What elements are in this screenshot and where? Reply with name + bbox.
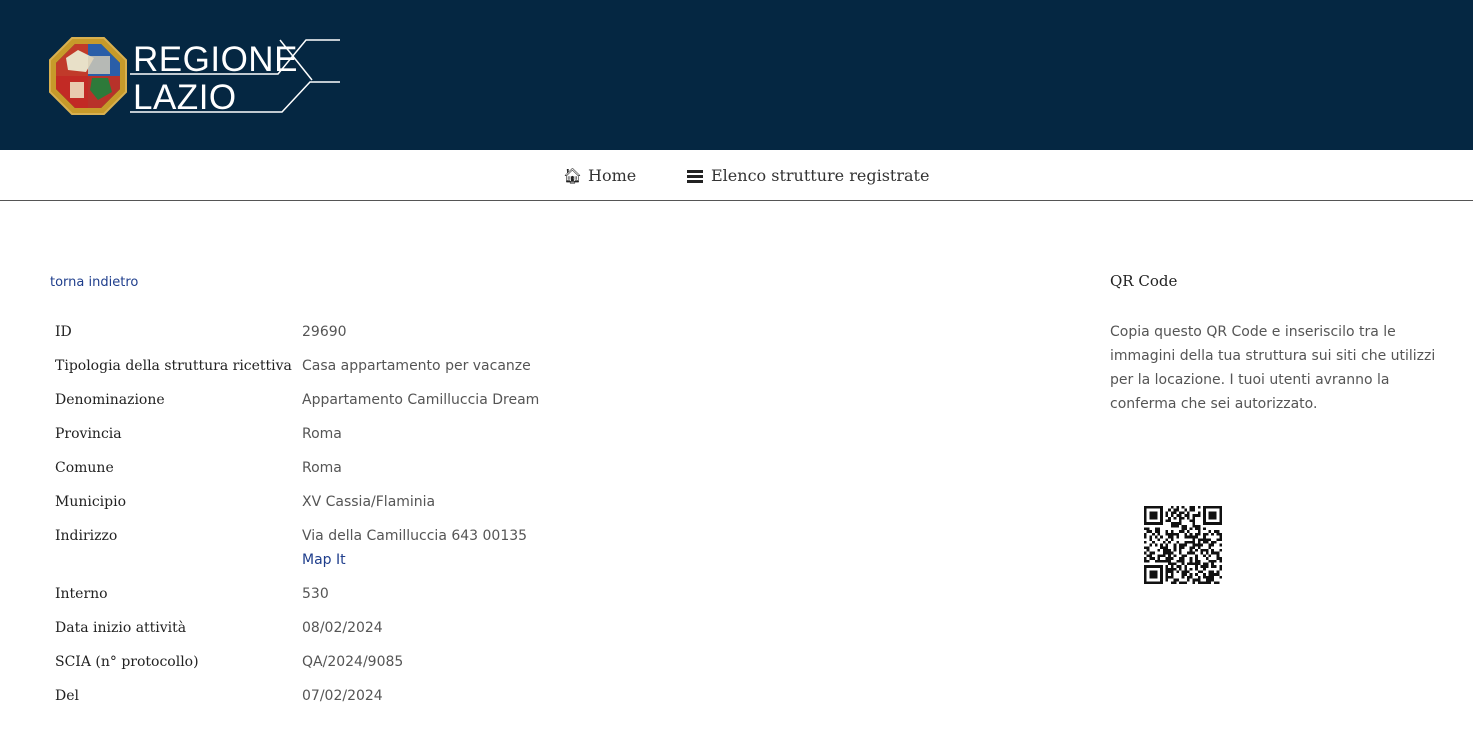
detail-value: 07/02/2024 (302, 688, 383, 704)
home-icon: 🏠︎ (563, 167, 583, 185)
detail-label: Del (55, 688, 79, 704)
detail-label: Provincia (55, 426, 122, 442)
regione-lazio-emblem-icon (49, 37, 127, 115)
logo-text-lazio: LAZIO (133, 78, 237, 117)
nav-home-label: Home (588, 166, 637, 185)
logo-text-regione: REGIONE (133, 40, 298, 79)
qr-code-title: QR Code (1110, 272, 1178, 290)
regione-lazio-logo[interactable]: REGIONE LAZIO (48, 36, 348, 116)
detail-value: 29690 (302, 324, 347, 340)
detail-label: Denominazione (55, 392, 165, 408)
nav-elenco-strutture[interactable]: Elenco strutture registrate (687, 166, 929, 185)
nav-home[interactable]: 🏠︎ Home (563, 166, 636, 185)
back-link[interactable]: torna indietro (50, 275, 138, 290)
nav-elenco-label: Elenco strutture registrate (711, 166, 930, 185)
detail-value: XV Cassia/Flaminia (302, 494, 436, 510)
detail-label: Data inizio attività (55, 620, 187, 636)
detail-value: Via della Camilluccia 643 00135 (302, 528, 528, 544)
detail-label: Interno (55, 586, 108, 602)
site-header: REGIONE LAZIO (0, 0, 1473, 150)
qr-code-image[interactable] (1144, 506, 1222, 584)
detail-value: Roma (302, 426, 342, 442)
detail-value: Appartamento Camilluccia Dream (302, 392, 540, 408)
map-it-link[interactable]: Map It (302, 552, 346, 568)
detail-value: 08/02/2024 (302, 620, 383, 636)
list-icon (687, 170, 703, 183)
detail-label: Indirizzo (55, 528, 118, 544)
qr-code-description: Copia questo QR Code e inseriscilo tra l… (1110, 324, 1436, 412)
detail-label: SCIA (n° protocollo) (55, 654, 199, 670)
detail-value: 530 (302, 586, 329, 602)
detail-value: Casa appartamento per vacanze (302, 358, 531, 374)
detail-label: Municipio (55, 494, 127, 510)
detail-label: Tipologia della struttura ricettiva (55, 358, 292, 374)
detail-label: Comune (55, 460, 114, 476)
detail-label: ID (55, 324, 72, 340)
detail-value: QA/2024/9085 (302, 654, 404, 670)
detail-value: Roma (302, 460, 342, 476)
main-nav: 🏠︎ Home Elenco strutture registrate (0, 150, 1473, 201)
